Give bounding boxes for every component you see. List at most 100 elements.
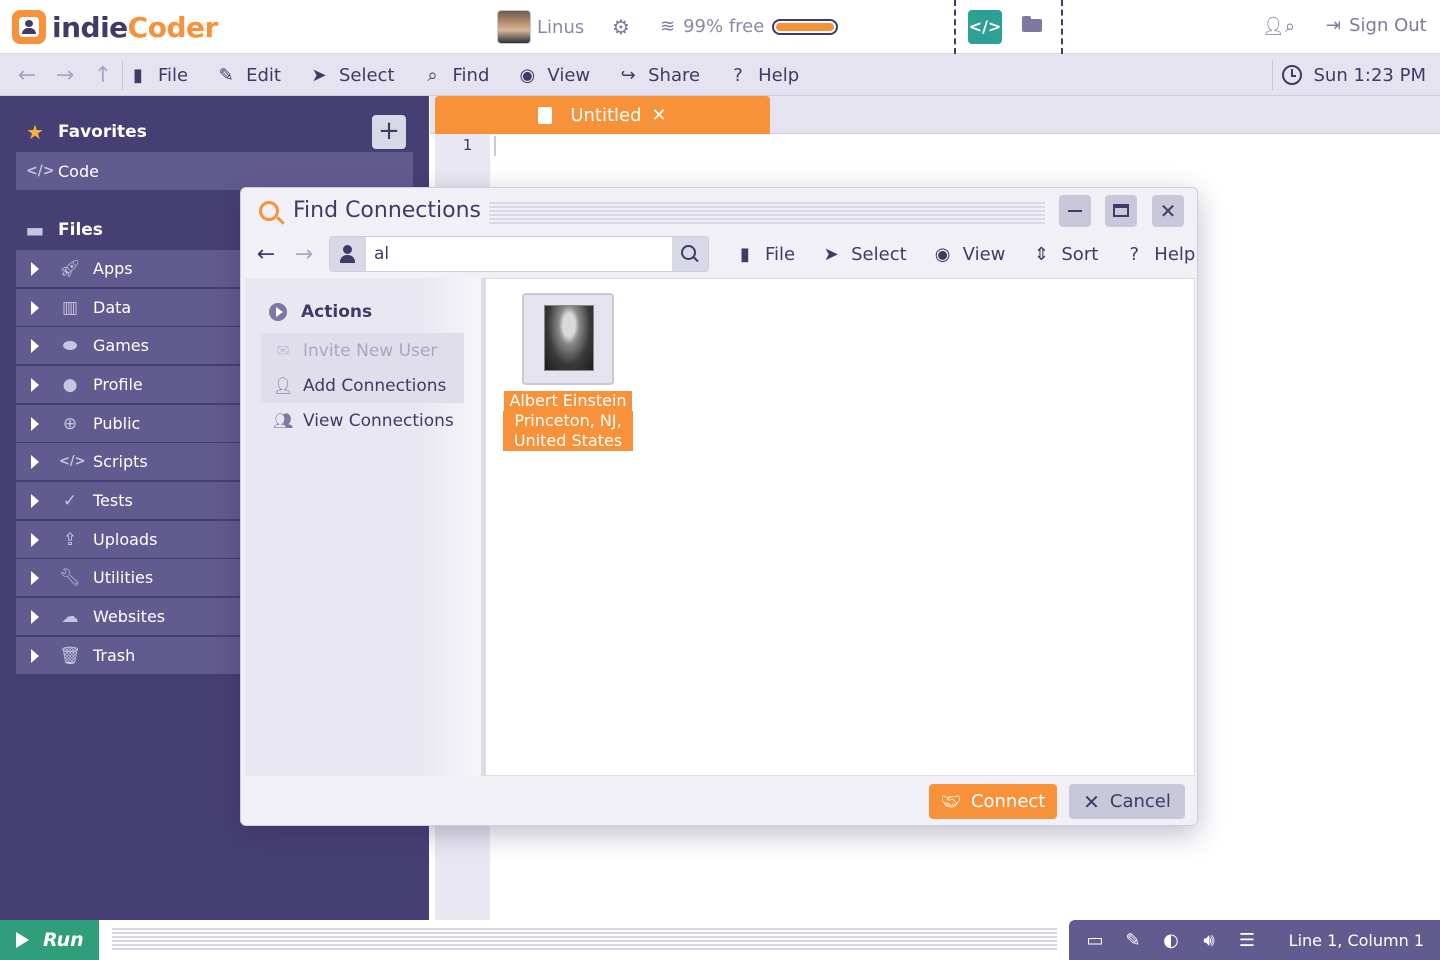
tab-title: Untitled bbox=[570, 104, 642, 126]
cursor-position: Line 1, Column 1 bbox=[1288, 930, 1424, 950]
list-icon[interactable]: ☰ bbox=[1237, 930, 1257, 951]
expand-arrow-icon[interactable] bbox=[31, 532, 39, 547]
maximize-icon bbox=[1113, 204, 1129, 217]
dialog-menu-file[interactable]: ▮ File bbox=[735, 244, 795, 265]
close-icon: ✕ bbox=[1159, 199, 1177, 223]
dialog-drag-handle[interactable] bbox=[489, 202, 1045, 224]
minimize-icon bbox=[1068, 210, 1082, 212]
run-button[interactable]: Run bbox=[0, 920, 99, 960]
user-search-icon[interactable]: 👤︎⌕ bbox=[1262, 16, 1295, 37]
file-icon: ▮ bbox=[133, 64, 143, 86]
dialog-menu: ▮ File ➤ Select ◉ View ⇕ Sort ? Help bbox=[735, 236, 1197, 272]
clock-icon bbox=[1281, 65, 1302, 85]
logo-badge-icon bbox=[12, 10, 46, 44]
up-arrow-icon[interactable]: ↑ bbox=[84, 63, 122, 88]
sidebar-item-label: Utilities bbox=[93, 568, 154, 587]
cloud-icon: ☁ bbox=[61, 606, 79, 627]
menu-find[interactable]: ⌕ Find bbox=[423, 64, 490, 86]
sign-out-label: Sign Out bbox=[1349, 15, 1427, 36]
forward-arrow-icon[interactable]: → bbox=[46, 63, 84, 88]
connection-result-card[interactable]: Albert Einstein Princeton, NJ, United St… bbox=[502, 293, 634, 451]
menu-file[interactable]: ▮ File bbox=[128, 65, 188, 86]
maximize-button[interactable] bbox=[1105, 195, 1137, 227]
expand-arrow-icon[interactable] bbox=[31, 493, 39, 508]
menu-find-label: Find bbox=[452, 64, 490, 86]
check-icon: ✓ bbox=[62, 490, 78, 511]
monitor-icon[interactable]: ▭ bbox=[1085, 930, 1105, 951]
tab-untitled[interactable]: Untitled ✕ bbox=[435, 96, 770, 134]
files-header: ▬ Files bbox=[24, 218, 103, 242]
top-header: indieCoder Linus ⚙ ≋ 99% free </> 👤︎⌕ ⇥ … bbox=[0, 0, 1440, 54]
menu-edit[interactable]: ✎ Edit bbox=[216, 65, 281, 86]
close-tab-icon[interactable]: ✕ bbox=[652, 105, 667, 126]
expand-arrow-icon[interactable] bbox=[31, 416, 39, 431]
user-menu[interactable]: Linus bbox=[497, 10, 584, 44]
expand-arrow-icon[interactable] bbox=[31, 377, 39, 392]
favorites-header: ★ Favorites bbox=[24, 120, 147, 144]
gear-icon[interactable]: ⚙ bbox=[610, 16, 632, 38]
contrast-icon[interactable]: ◐ bbox=[1161, 930, 1181, 951]
volume-icon[interactable]: 🔊︎ bbox=[1199, 930, 1219, 951]
users-icon: 👥︎ bbox=[273, 411, 294, 430]
menu-share[interactable]: ↪ Share bbox=[618, 64, 701, 86]
brush-icon[interactable]: ✎ bbox=[1123, 930, 1143, 951]
folder-icon[interactable] bbox=[1022, 16, 1042, 32]
menu-help[interactable]: ? Help bbox=[728, 65, 799, 86]
main-menu: ▮ File ✎ Edit ➤ Select ⌕ Find ◉ View ↪ Share ?… bbox=[128, 54, 827, 96]
expand-arrow-icon[interactable] bbox=[31, 454, 39, 469]
back-arrow-icon[interactable]: ← bbox=[247, 242, 285, 267]
search-button[interactable] bbox=[672, 237, 708, 271]
code-icon: </> bbox=[59, 454, 86, 469]
sidebar-item-label: Profile bbox=[93, 375, 143, 394]
favorites-label: Favorites bbox=[58, 122, 147, 142]
close-button[interactable]: ✕ bbox=[1152, 195, 1184, 227]
storage-text: 99% free bbox=[683, 16, 765, 37]
back-arrow-icon[interactable]: ← bbox=[8, 63, 46, 88]
expand-arrow-icon[interactable] bbox=[31, 300, 39, 315]
dialog-menu-help[interactable]: ? Help bbox=[1124, 244, 1196, 265]
search-icon bbox=[259, 200, 279, 221]
action-add-connections[interactable]: 👤︎ Add Connections bbox=[261, 368, 464, 403]
menu-edit-label: Edit bbox=[246, 64, 281, 86]
expand-arrow-icon[interactable] bbox=[31, 338, 39, 353]
dialog-menu-label: Sort bbox=[1061, 243, 1099, 265]
file-icon: ▮ bbox=[740, 243, 750, 265]
nav-arrows: ← → ↑ bbox=[8, 54, 122, 96]
menu-view[interactable]: ◉ View bbox=[517, 64, 591, 86]
eye-icon: ◉ bbox=[934, 243, 951, 265]
connect-button[interactable]: 🤝︎ Connect bbox=[929, 784, 1057, 819]
dialog-menu-label: View bbox=[962, 243, 1006, 265]
forward-arrow-icon[interactable]: → bbox=[285, 242, 323, 267]
cursor-icon: ➤ bbox=[823, 243, 839, 265]
menu-view-label: View bbox=[547, 64, 591, 86]
envelope-icon: ✉ bbox=[276, 341, 290, 360]
dialog-menu-label: Select bbox=[851, 243, 907, 265]
share-icon: ↪ bbox=[620, 64, 636, 86]
expand-arrow-icon[interactable] bbox=[31, 261, 39, 276]
add-favorite-button[interactable]: + bbox=[372, 115, 406, 149]
code-view-button[interactable]: </> bbox=[968, 10, 1002, 44]
menu-select[interactable]: ➤ Select bbox=[309, 64, 395, 86]
cancel-button[interactable]: ✕ Cancel bbox=[1069, 784, 1185, 819]
expand-arrow-icon[interactable] bbox=[31, 570, 39, 585]
sidebar-item-code[interactable]: </> Code bbox=[16, 152, 413, 190]
expand-arrow-icon[interactable] bbox=[31, 648, 39, 663]
database-icon: ≋ bbox=[660, 16, 676, 37]
minimize-button[interactable] bbox=[1059, 195, 1091, 227]
storage-indicator[interactable]: ≋ 99% free bbox=[660, 16, 839, 37]
menu-select-label: Select bbox=[338, 64, 395, 86]
search-input[interactable] bbox=[366, 237, 674, 271]
connection-photo bbox=[522, 293, 614, 385]
action-view-connections[interactable]: 👥︎ View Connections bbox=[261, 403, 464, 438]
sign-out-button[interactable]: ⇥ Sign Out bbox=[1326, 15, 1427, 36]
resize-grip[interactable] bbox=[112, 928, 1057, 952]
app-logo[interactable]: indieCoder bbox=[12, 10, 218, 44]
expand-arrow-icon[interactable] bbox=[31, 609, 39, 624]
dialog-menu-select[interactable]: ➤ Select bbox=[821, 244, 907, 265]
sidebar-item-label: Apps bbox=[93, 259, 133, 278]
dialog-menu-view[interactable]: ◉ View bbox=[933, 244, 1006, 265]
sidebar-item-label: Scripts bbox=[93, 452, 148, 471]
actions-header: Actions bbox=[269, 302, 372, 322]
dialog-menu-sort[interactable]: ⇕ Sort bbox=[1031, 244, 1098, 265]
action-label: Invite New User bbox=[303, 340, 438, 361]
